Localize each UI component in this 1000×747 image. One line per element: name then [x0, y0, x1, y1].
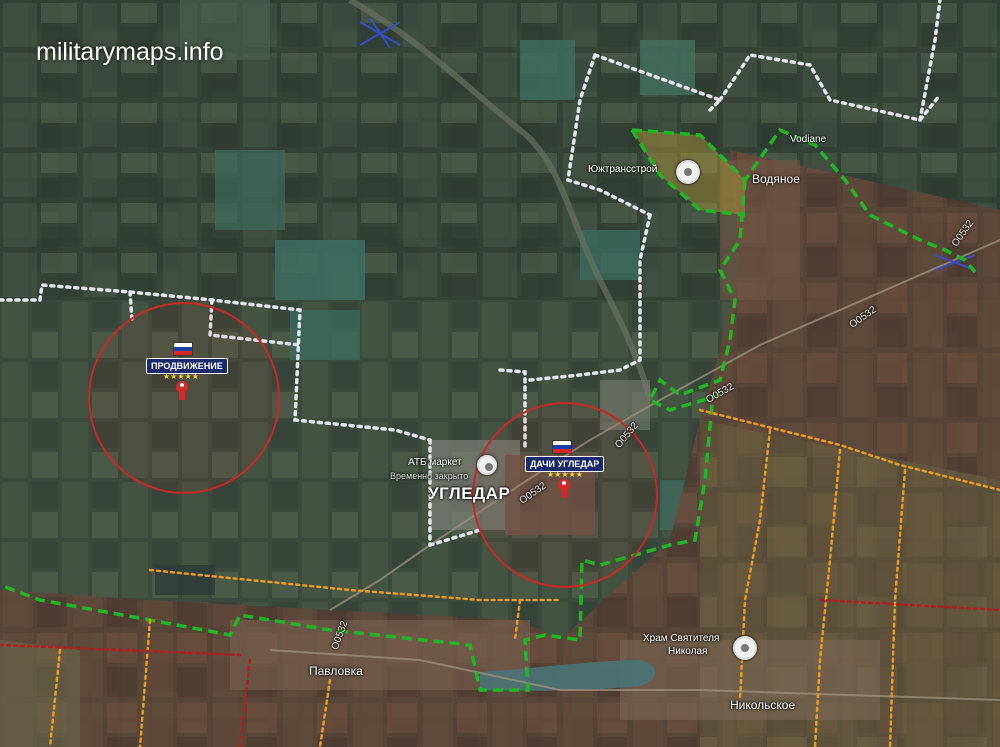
map-canvas[interactable]: militarymaps.info ПРОДВИЖЕНИЕ ★★★★★ ДАЧИ…: [0, 0, 1000, 747]
city-label-ugledar: УГЛЕДАР: [428, 484, 511, 503]
poi-church-line1: Храм Святителя: [643, 633, 720, 644]
poi-pin-icon[interactable]: [676, 160, 700, 184]
poi-yuzhtransstroy: Южтрансстрой: [588, 164, 658, 175]
town-label-vodyanoe: Водяное: [752, 172, 800, 186]
town-label-vodiane: Vodiane: [790, 134, 827, 145]
russia-flag-icon: [552, 440, 572, 454]
russia-flag-icon: [173, 342, 193, 356]
poi-atb-market: АТБ маркет: [408, 457, 462, 468]
town-label-pavlovka: Павловка: [309, 664, 363, 678]
poi-atb-status: Временно закрыто: [390, 471, 469, 481]
shopping-cart-icon[interactable]: [477, 455, 497, 475]
soldier-icon[interactable]: [557, 478, 571, 500]
church-pin-icon[interactable]: [733, 636, 757, 660]
site-watermark: militarymaps.info: [36, 38, 224, 66]
soldier-icon[interactable]: [175, 380, 189, 402]
poi-church-line2: Николая: [668, 646, 708, 657]
town-label-nikolskoe: Никольское: [730, 698, 796, 712]
